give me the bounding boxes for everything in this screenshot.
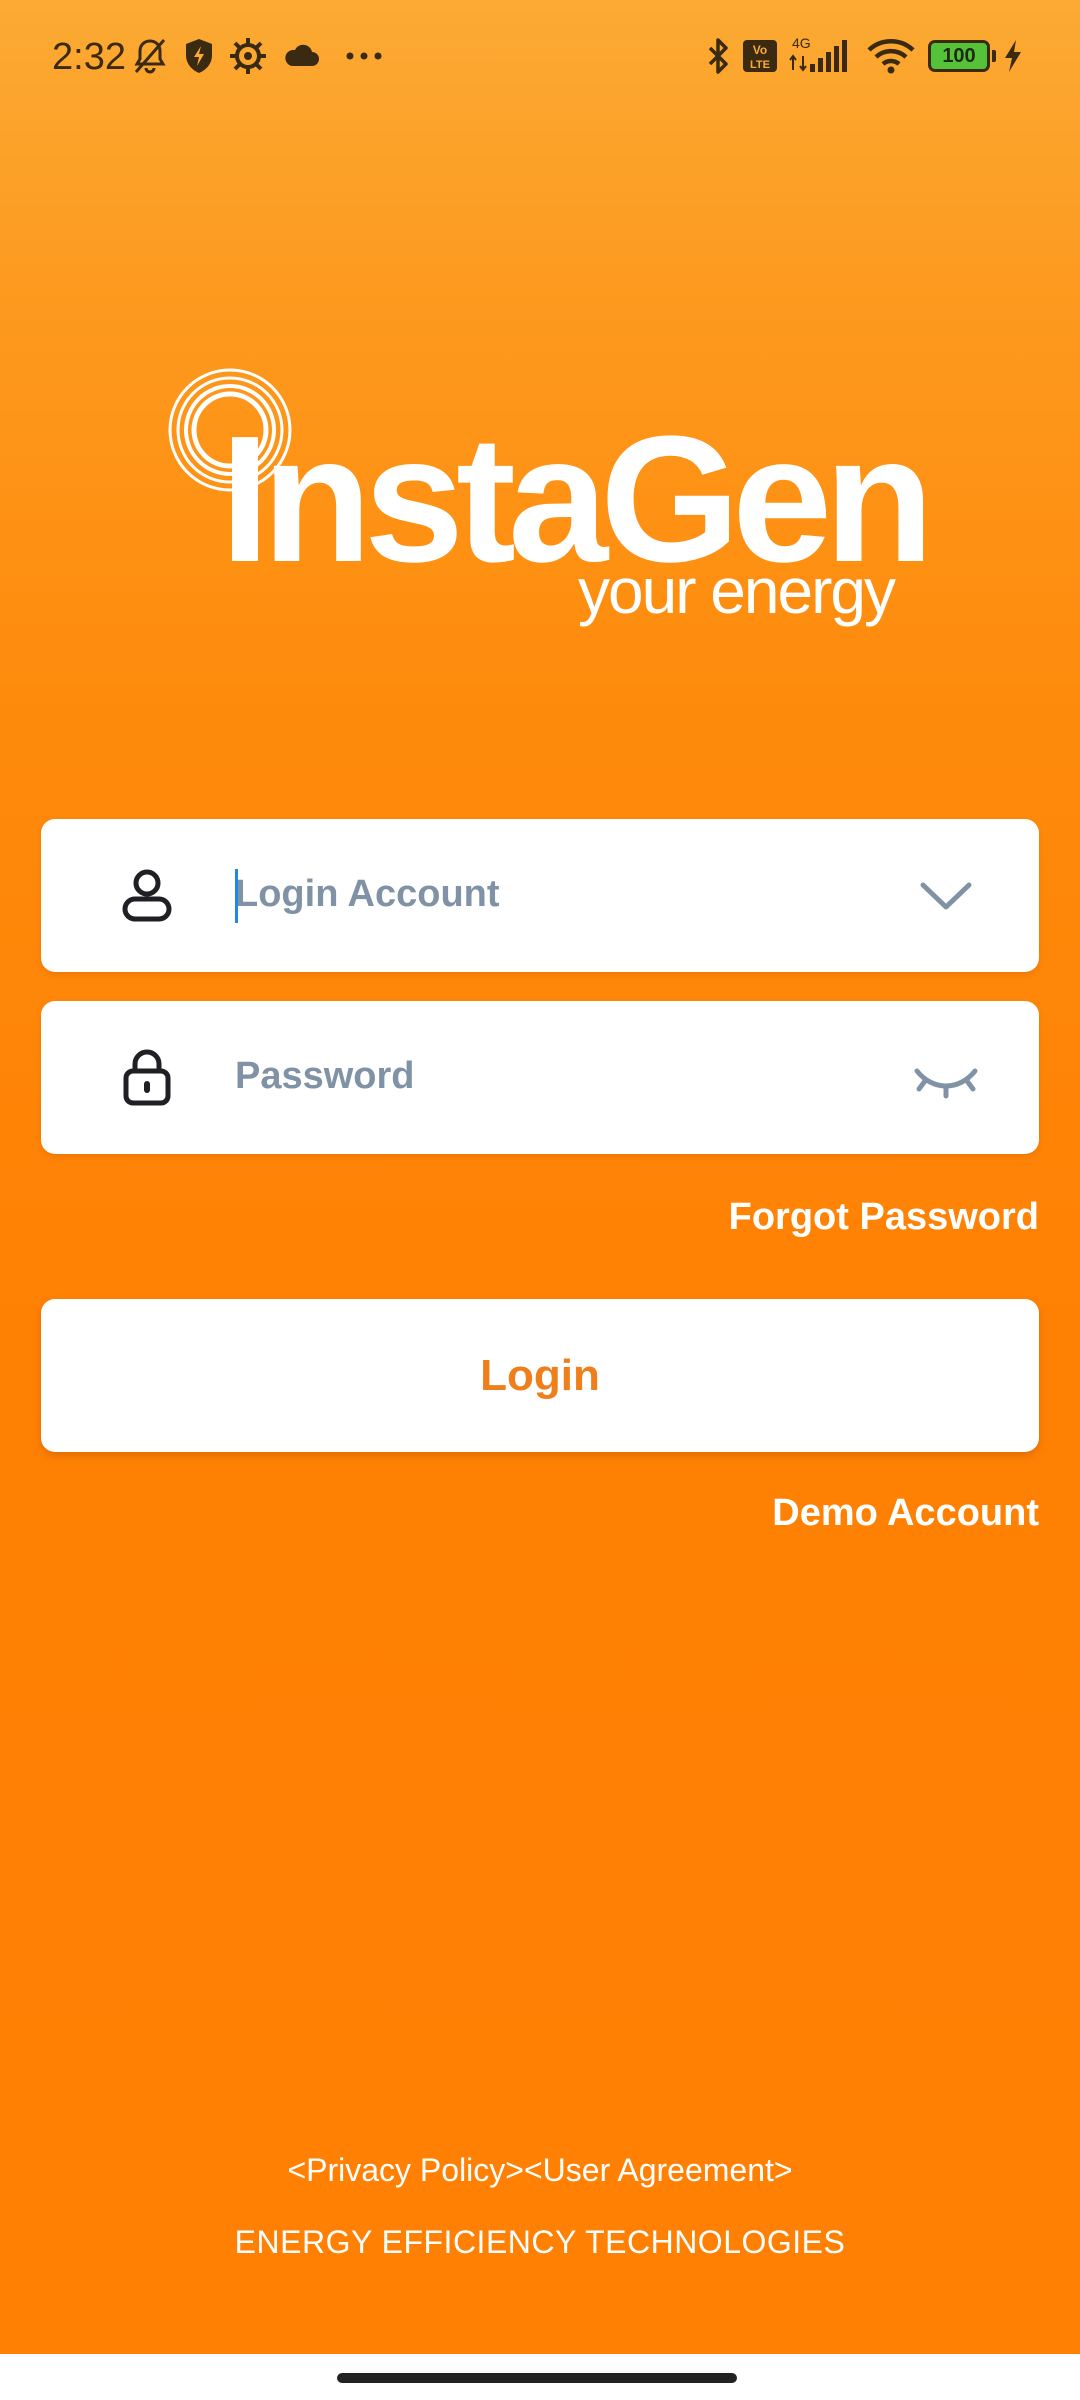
logo-tagline: your energy [578, 555, 896, 627]
login-button[interactable]: Login [41, 1299, 1039, 1452]
status-time: 2:32 [52, 36, 126, 78]
cloud-icon [282, 36, 322, 76]
svg-text:4G: 4G [792, 36, 811, 51]
chevron-down-icon[interactable] [913, 869, 979, 923]
lock-icon [123, 1049, 171, 1106]
forgot-password-link[interactable]: Forgot Password [729, 1196, 1039, 1239]
battery-tip [992, 50, 996, 62]
demo-account-link[interactable]: Demo Account [772, 1492, 1039, 1535]
eye-closed-icon[interactable] [913, 1051, 979, 1105]
more-dots-icon [344, 36, 384, 76]
wifi-icon [866, 36, 916, 76]
user-icon [122, 869, 172, 922]
user-agreement-link[interactable]: <User Agreement> [524, 2152, 793, 2188]
notifications-off-icon [130, 36, 170, 76]
privacy-policy-link[interactable]: <Privacy Policy> [287, 2152, 524, 2188]
charging-icon [1002, 36, 1024, 76]
home-indicator[interactable] [337, 2373, 737, 2383]
password-field[interactable] [41, 1001, 1039, 1154]
shield-bolt-icon [182, 36, 216, 76]
volte-icon: Vo LTE [742, 36, 778, 76]
status-bar: 2:32 Vo LTE 4G 100 [0, 0, 1080, 110]
settings-gear-icon [228, 36, 268, 76]
signal-icon: 4G [786, 36, 856, 76]
battery-icon: 100 [928, 40, 990, 72]
svg-text:LTE: LTE [750, 59, 770, 71]
company-name: ENERGY EFFICIENCY TECHNOLOGIES [234, 2224, 846, 2260]
svg-text:Vo: Vo [753, 43, 767, 57]
app-logo: InstaGen your energy [160, 360, 934, 650]
text-caret [235, 869, 238, 923]
password-input[interactable] [195, 1031, 915, 1121]
bluetooth-icon [704, 36, 734, 76]
login-account-field[interactable] [41, 819, 1039, 972]
login-account-input[interactable] [195, 849, 915, 939]
legal-links: <Privacy Policy><User Agreement> [0, 2152, 1080, 2189]
